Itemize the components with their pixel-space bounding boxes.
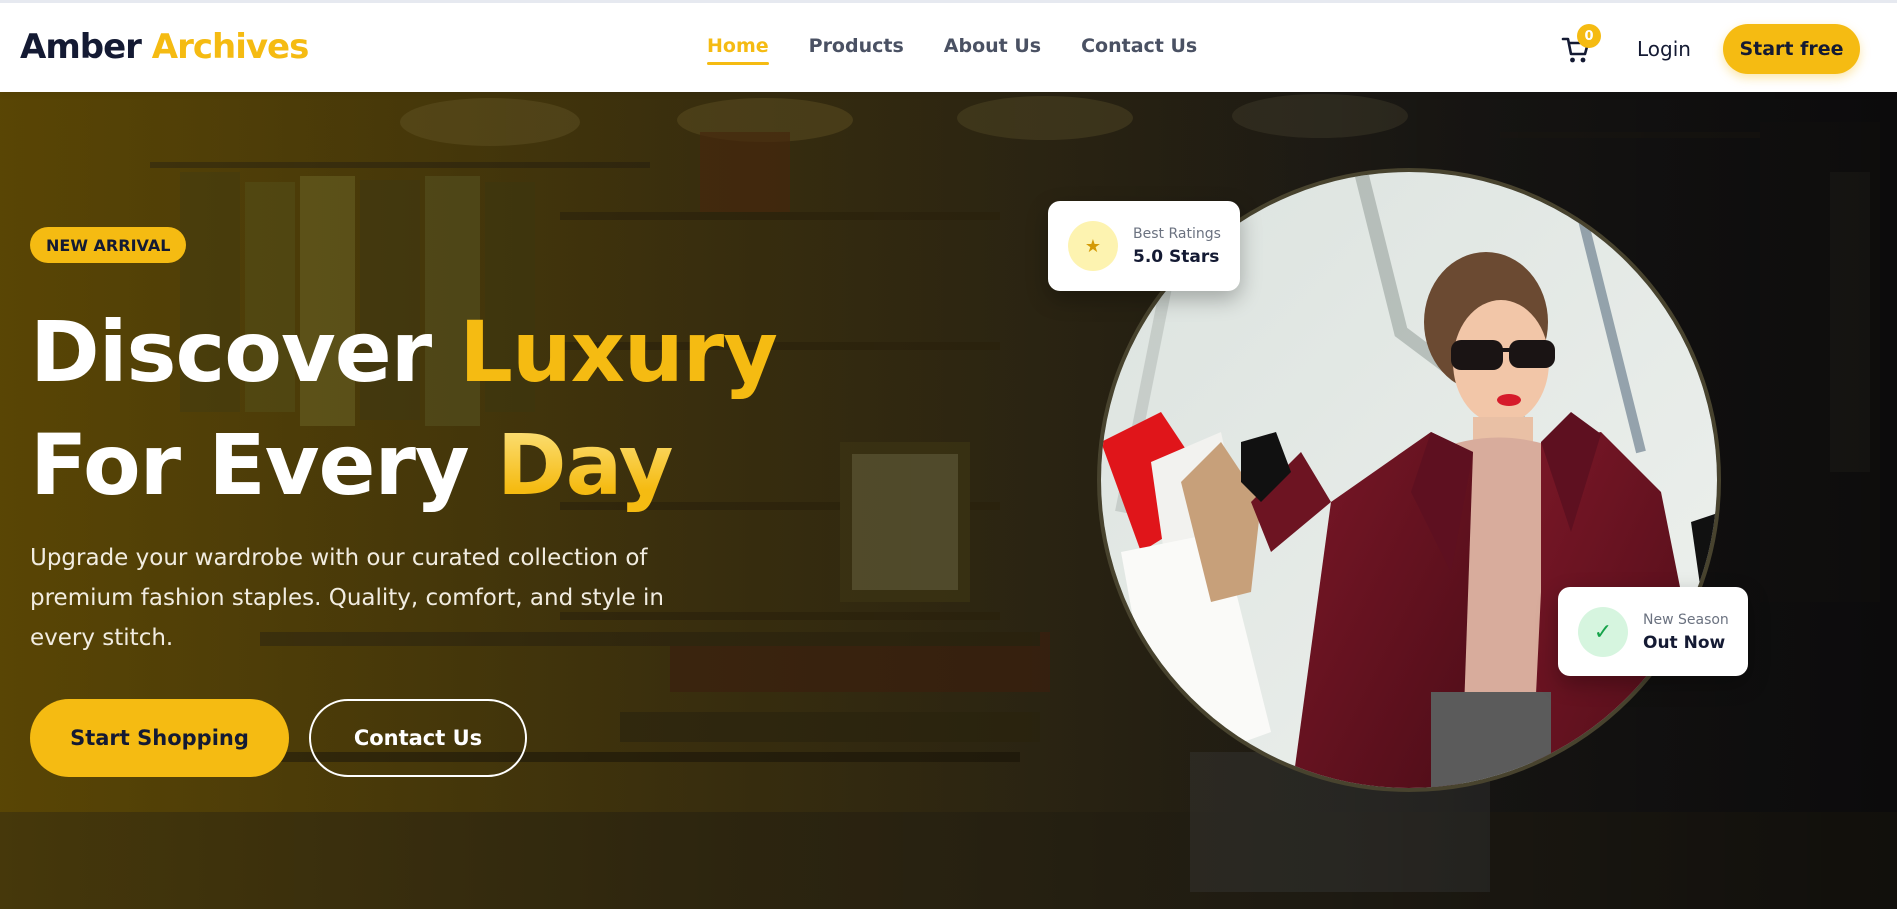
ratings-label: Best Ratings <box>1133 226 1221 242</box>
best-ratings-card: ★ Best Ratings 5.0 Stars <box>1048 201 1240 291</box>
season-label: New Season <box>1643 612 1729 628</box>
check-icon: ✓ <box>1578 607 1628 657</box>
brand-name-part2: Archives <box>151 27 310 67</box>
new-arrival-badge: NEW ARRIVAL <box>30 227 187 263</box>
contact-us-button[interactable]: Contact Us <box>309 699 527 777</box>
main-nav: Home Products About Us Contact Us <box>707 35 1197 65</box>
hero-headline: Discover Luxury For Every Day <box>30 296 778 522</box>
headline-line1-white: Discover <box>30 303 460 401</box>
login-link[interactable]: Login <box>1637 37 1691 61</box>
start-shopping-button[interactable]: Start Shopping <box>30 699 289 777</box>
star-icon: ★ <box>1068 221 1118 271</box>
start-free-button[interactable]: Start free <box>1723 24 1860 74</box>
cart-button[interactable]: 0 <box>1561 24 1601 65</box>
cart-count-badge: 0 <box>1577 24 1601 48</box>
headline-line2-white: For Every <box>30 416 497 514</box>
brand-name-part1: Amber <box>20 27 142 67</box>
headline-line2-accent: Day <box>496 416 674 514</box>
new-season-card: ✓ New Season Out Now <box>1558 587 1748 676</box>
nav-link-about-us[interactable]: About Us <box>944 35 1041 65</box>
nav-link-home[interactable]: Home <box>707 35 769 65</box>
nav-link-contact-us[interactable]: Contact Us <box>1081 35 1197 65</box>
hero-subtext: Upgrade your wardrobe with our curated c… <box>30 545 664 651</box>
top-navbar: Amber Archives Home Products About Us Co… <box>0 0 1897 92</box>
brand-logo[interactable]: Amber Archives <box>20 27 310 67</box>
ratings-value: 5.0 Stars <box>1133 247 1220 267</box>
nav-link-products[interactable]: Products <box>809 35 904 65</box>
headline-line1-accent: Luxury <box>459 303 777 401</box>
season-value: Out Now <box>1643 633 1726 653</box>
